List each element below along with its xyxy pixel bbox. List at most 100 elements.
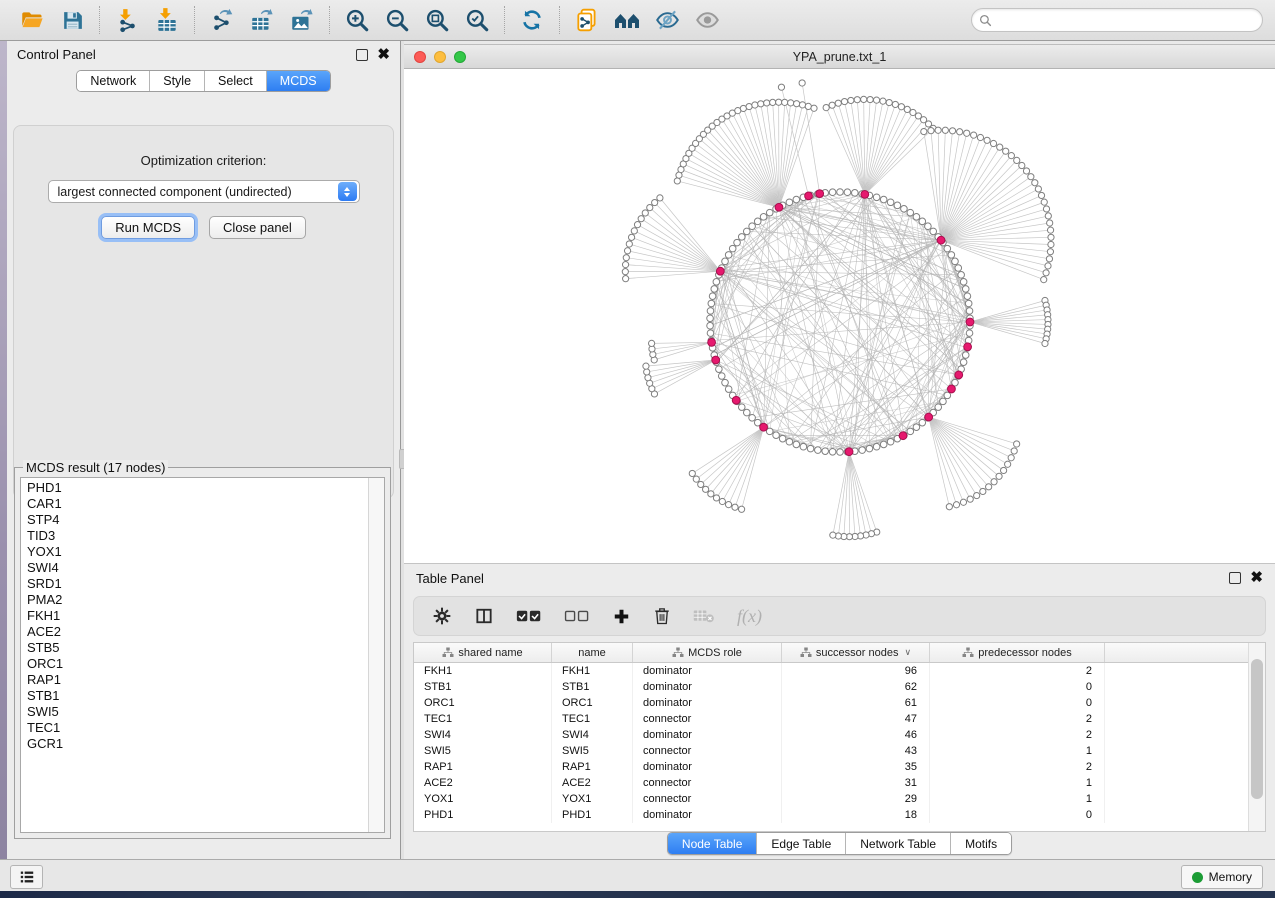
network-node[interactable] [782,99,788,105]
network-node[interactable] [925,223,932,230]
network-node[interactable] [623,276,629,282]
mcds-result-item[interactable]: FKH1 [21,608,368,624]
mcds-result-item[interactable]: PHD1 [21,480,368,496]
network-node[interactable] [829,448,836,455]
network-node[interactable] [935,127,941,133]
network-node[interactable] [1028,174,1034,180]
network-node[interactable] [957,129,963,135]
network-node[interactable] [974,492,980,498]
network-node[interactable] [1032,180,1038,186]
network-node[interactable] [966,330,973,337]
settings-gear-icon[interactable] [432,606,452,626]
close-panel-button[interactable]: Close panel [209,216,306,239]
network-node[interactable] [1014,157,1020,163]
network-node[interactable] [949,128,955,134]
network-node[interactable] [887,199,894,206]
network-node[interactable] [965,300,972,307]
dominator-node[interactable] [937,236,945,244]
close-panel-icon[interactable]: ✖ [377,50,390,60]
network-node[interactable] [1047,249,1053,255]
network-node[interactable] [1047,220,1053,226]
network-node[interactable] [707,330,714,337]
network-node[interactable] [873,443,880,450]
float-table-panel-icon[interactable] [1229,572,1241,584]
network-node[interactable] [962,352,969,359]
table-row[interactable]: ORC1ORC1dominator610 [414,695,1249,711]
search-field[interactable] [971,8,1263,32]
network-node[interactable] [830,532,836,538]
network-node[interactable] [841,98,847,104]
dominator-node[interactable] [899,432,907,440]
network-node[interactable] [626,241,632,247]
network-node[interactable] [729,245,736,252]
search-input[interactable] [992,12,1255,28]
network-node[interactable] [773,432,780,439]
mcds-result-item[interactable]: CAR1 [21,496,368,512]
column-header-predecessor-nodes[interactable]: predecessor nodes [930,643,1105,662]
tab-network[interactable]: Network [77,71,150,91]
delete-column-icon[interactable] [653,606,671,626]
network-node[interactable] [725,502,731,508]
network-node[interactable] [760,214,767,221]
network-node[interactable] [852,190,859,197]
network-node[interactable] [738,234,745,241]
network-node[interactable] [1047,227,1053,233]
network-node[interactable] [722,379,729,386]
network-node[interactable] [689,470,695,476]
network-node[interactable] [829,102,835,108]
network-node[interactable] [1035,186,1041,192]
export-image-icon[interactable] [282,4,322,36]
network-node[interactable] [754,218,761,225]
mcds-result-item[interactable]: ORC1 [21,656,368,672]
network-node[interactable] [861,96,867,102]
task-history-button[interactable] [10,865,43,889]
network-node[interactable] [1005,461,1011,467]
refresh-icon[interactable] [512,4,552,36]
dominator-node[interactable] [760,423,768,431]
export-network-icon[interactable] [202,4,242,36]
network-node[interactable] [793,441,800,448]
network-from-selection-icon[interactable] [567,4,607,36]
dominator-node[interactable] [925,413,933,421]
network-node[interactable] [1003,148,1009,154]
memory-button[interactable]: Memory [1181,865,1263,889]
network-node[interactable] [622,269,628,275]
network-node[interactable] [904,106,910,112]
clear-checkboxes-icon[interactable] [564,608,590,624]
network-node[interactable] [935,404,942,411]
network-node[interactable] [707,322,714,329]
tab-edge-table[interactable]: Edge Table [757,833,846,854]
dominator-node[interactable] [845,448,853,456]
network-node[interactable] [1008,153,1014,159]
network-canvas[interactable] [404,69,1273,563]
network-node[interactable] [807,445,814,452]
network-node[interactable] [708,491,714,497]
network-node[interactable] [766,209,773,216]
network-node[interactable] [980,488,986,494]
network-node[interactable] [873,194,880,201]
network-node[interactable] [990,140,996,146]
network-node[interactable] [944,392,951,399]
network-node[interactable] [1008,455,1014,461]
network-node[interactable] [977,134,983,140]
network-node[interactable] [707,315,714,322]
network-node[interactable] [1041,199,1047,205]
table-scrollbar-thumb[interactable] [1251,659,1263,799]
network-node[interactable] [823,105,829,111]
save-session-icon[interactable] [52,4,92,36]
column-header-MCDS-role[interactable]: MCDS role [633,643,782,662]
network-node[interactable] [854,97,860,103]
table-row[interactable]: SWI5SWI5connector431 [414,743,1249,759]
network-node[interactable] [964,293,971,300]
network-node[interactable] [725,386,732,393]
mcds-result-item[interactable]: YOX1 [21,544,368,560]
network-node[interactable] [1042,340,1048,346]
network-node[interactable] [942,127,948,133]
dominator-node[interactable] [712,356,720,364]
column-header-shared-name[interactable]: shared name [414,643,552,662]
network-node[interactable] [930,228,937,235]
mcds-result-item[interactable]: SWI5 [21,704,368,720]
mcds-result-item[interactable]: SRD1 [21,576,368,592]
hide-selected-icon[interactable] [647,4,687,36]
network-node[interactable] [887,438,894,445]
